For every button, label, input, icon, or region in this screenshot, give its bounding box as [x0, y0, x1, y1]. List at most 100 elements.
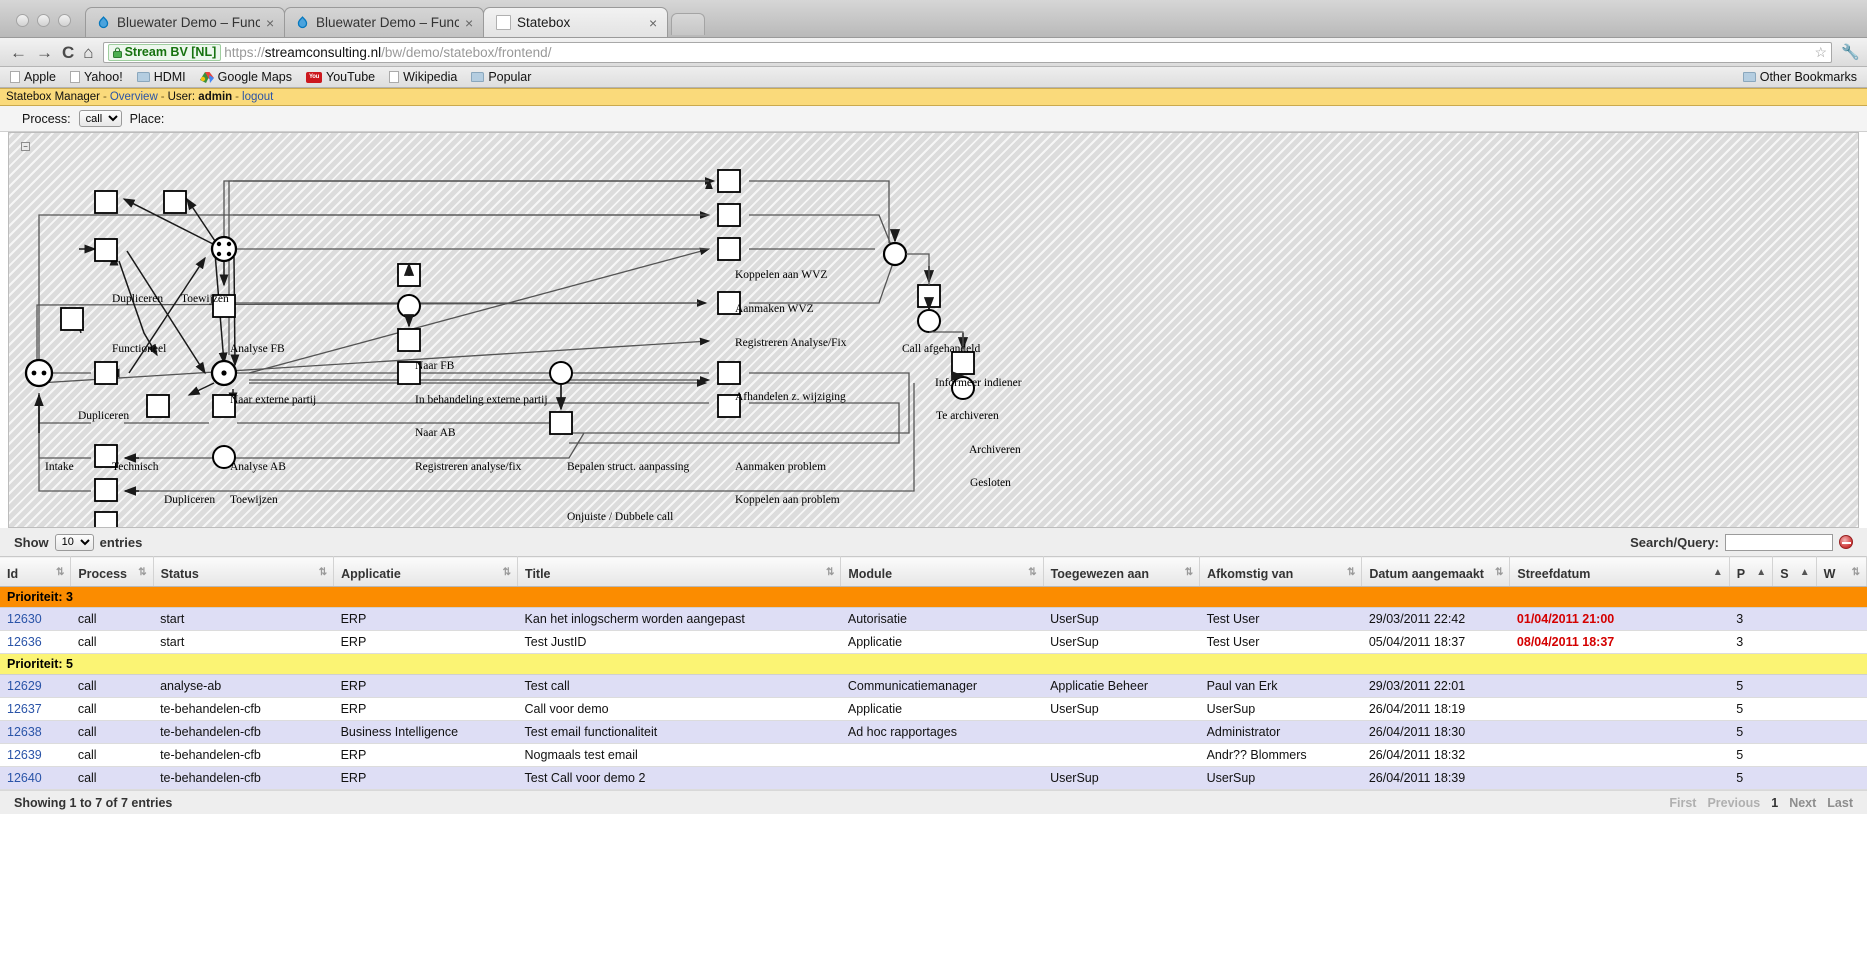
- column-header-w[interactable]: W ⇅: [1816, 556, 1867, 587]
- call-id-link[interactable]: 12639: [7, 748, 42, 762]
- logout-link[interactable]: logout: [242, 91, 273, 103]
- cell-id[interactable]: 12639: [0, 743, 71, 767]
- table-row[interactable]: 12636 call start ERP Test JustID Applicatie Us…: [0, 630, 1867, 654]
- column-label: P: [1736, 567, 1746, 581]
- label-naar-externe-partij: Naar externe partij: [230, 394, 317, 406]
- column-header-status[interactable]: Status ⇅: [153, 556, 335, 587]
- wrench-menu-icon[interactable]: 🔧: [1841, 43, 1860, 61]
- column-header-datum-aangemaakt[interactable]: Datum aangemaakt ⇅: [1361, 556, 1511, 587]
- browser-tab-3[interactable]: Statebox ×: [483, 7, 668, 37]
- column-label: W: [1823, 567, 1836, 581]
- label-te-archiveren: Te archiveren: [936, 410, 999, 422]
- other-bookmarks-label: Other Bookmarks: [1759, 70, 1857, 84]
- ev-certificate-badge[interactable]: Stream BV [NL]: [107, 43, 222, 61]
- transition-registreren-analyse-fix-2: [717, 237, 741, 261]
- bookmark-youtube[interactable]: You YouTube: [306, 70, 375, 84]
- table-row[interactable]: 12640 call te-behandelen-cfb ERP Test Call v…: [0, 766, 1867, 790]
- cell-id[interactable]: 12640: [0, 766, 71, 790]
- new-tab-button[interactable]: [671, 13, 705, 35]
- forward-icon[interactable]: →: [36, 44, 53, 61]
- user-name: admin: [198, 91, 233, 103]
- close-tab-3-icon[interactable]: ×: [649, 16, 661, 30]
- column-label: Streefdatum: [1517, 567, 1591, 581]
- petri-net-canvas[interactable]: − Dupliceren Toewijzen Functioneel Dupli…: [8, 132, 1859, 528]
- length-control[interactable]: Show 10 entries: [14, 533, 142, 551]
- bookmark-popular[interactable]: Popular: [471, 70, 531, 84]
- table-header-row: Id ⇅ Process ⇅ Status ⇅ Applicatie ⇅ Title ⇅ …: [0, 556, 1867, 587]
- bookmark-star-icon[interactable]: ☆: [1814, 44, 1827, 61]
- page-first-button[interactable]: First: [1669, 796, 1696, 810]
- search-control[interactable]: Search/Query:: [1630, 533, 1833, 551]
- browser-tab-1[interactable]: Bluewater Demo – Functione ×: [85, 7, 285, 37]
- search-input[interactable]: [1725, 533, 1833, 551]
- call-id-link[interactable]: 12637: [7, 702, 42, 716]
- call-id-link[interactable]: 12640: [7, 771, 42, 785]
- call-id-link[interactable]: 12630: [7, 612, 42, 626]
- table-row[interactable]: 12629 call analyse-ab ERP Test call Communica…: [0, 674, 1867, 698]
- bookmark-wikipedia[interactable]: Wikipedia: [389, 70, 457, 84]
- close-tab-2-icon[interactable]: ×: [465, 16, 477, 30]
- column-header-process[interactable]: Process ⇅: [70, 556, 154, 587]
- column-header-id[interactable]: Id ⇅: [0, 556, 72, 587]
- home-icon[interactable]: ⌂: [83, 44, 93, 61]
- address-bar[interactable]: Stream BV [NL] https://streamconsulting.…: [102, 41, 1832, 63]
- other-bookmarks-button[interactable]: Other Bookmarks: [1742, 70, 1857, 84]
- cell-id[interactable]: 12638: [0, 720, 71, 744]
- column-header-streefdatum[interactable]: Streefdatum ▲: [1509, 556, 1730, 587]
- call-id-link[interactable]: 12629: [7, 679, 42, 693]
- table-row[interactable]: 12630 call start ERP Kan het inlogscherm wor…: [0, 607, 1867, 631]
- column-header-module[interactable]: Module ⇅: [840, 556, 1044, 587]
- page-last-button[interactable]: Last: [1827, 796, 1853, 810]
- url-scheme: https://: [224, 44, 265, 60]
- bookmark-hdmi[interactable]: HDMI: [136, 70, 186, 84]
- table-row[interactable]: 12638 call te-behandelen-cfb Business Intel…: [0, 720, 1867, 744]
- column-header-afkomstig-van[interactable]: Afkomstig van ⇅: [1199, 556, 1363, 587]
- cell-w: [1816, 766, 1867, 790]
- cell-status: te-behandelen-cfb: [153, 720, 334, 744]
- cell-module: Autorisatie: [840, 607, 1044, 631]
- page-number-1[interactable]: 1: [1771, 796, 1778, 810]
- bookmark-yahoo[interactable]: Yahoo!: [69, 70, 123, 84]
- page-length-select[interactable]: 10: [54, 533, 94, 551]
- cell-streefdatum: [1509, 720, 1730, 744]
- clear-search-icon[interactable]: [1839, 535, 1853, 549]
- close-tab-1-icon[interactable]: ×: [266, 16, 278, 30]
- table-row[interactable]: 12637 call te-behandelen-cfb ERP Call voor d…: [0, 697, 1867, 721]
- page-previous-button[interactable]: Previous: [1707, 796, 1760, 810]
- reload-icon[interactable]: C: [62, 44, 74, 61]
- column-header-p[interactable]: P ▲: [1729, 556, 1774, 587]
- cell-id[interactable]: 12636: [0, 630, 71, 654]
- bookmark-apple[interactable]: Apple: [10, 70, 56, 84]
- cell-title: Test JustID: [517, 630, 841, 654]
- column-header-title[interactable]: Title ⇅: [517, 556, 842, 587]
- cell-process: call: [70, 697, 154, 721]
- page-next-button[interactable]: Next: [1789, 796, 1816, 810]
- cell-p: 5: [1729, 743, 1773, 767]
- minimize-window-button[interactable]: [37, 14, 50, 27]
- browser-tab-2[interactable]: Bluewater Demo – Functione ×: [284, 7, 484, 37]
- cell-applicatie: ERP: [333, 674, 518, 698]
- bookmark-label: Apple: [24, 70, 56, 84]
- drupal-drop-icon: [295, 15, 310, 30]
- column-header-toegewezen-aan[interactable]: Toegewezen aan ⇅: [1043, 556, 1201, 587]
- transition-functioneel: [94, 238, 118, 262]
- process-select[interactable]: call: [78, 110, 122, 127]
- call-id-link[interactable]: 12638: [7, 725, 42, 739]
- bookmark-google-maps[interactable]: Google Maps: [199, 70, 292, 84]
- overview-link[interactable]: Overview: [110, 91, 158, 103]
- cell-process: call: [70, 766, 154, 790]
- maximize-window-button[interactable]: [58, 14, 71, 27]
- column-header-applicatie[interactable]: Applicatie ⇅: [333, 556, 519, 587]
- label-dupliceren-2: Dupliceren: [78, 410, 130, 422]
- bookmark-label: Google Maps: [217, 70, 292, 84]
- call-id-link[interactable]: 12636: [7, 635, 42, 649]
- close-window-button[interactable]: [16, 14, 29, 27]
- table-row[interactable]: 12639 call te-behandelen-cfb ERP Nogmaals te…: [0, 743, 1867, 767]
- cell-id[interactable]: 12637: [0, 697, 71, 721]
- cell-id[interactable]: 12630: [0, 607, 71, 631]
- cell-afkomstig-van: Andr?? Blommers: [1199, 743, 1362, 767]
- cell-id[interactable]: 12629: [0, 674, 71, 698]
- column-header-s[interactable]: S ▲: [1772, 556, 1817, 587]
- tab-strip: Bluewater Demo – Functione × Bluewater D…: [0, 0, 1867, 38]
- back-icon[interactable]: ←: [10, 44, 27, 61]
